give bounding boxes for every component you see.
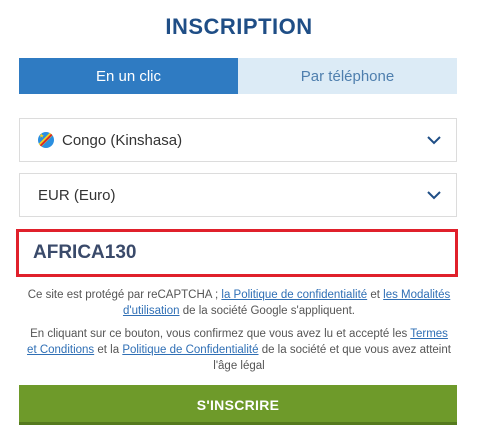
tab-by-phone[interactable]: Par téléphone xyxy=(238,58,457,94)
consent-notice: En cliquant sur ce bouton, vous confirme… xyxy=(24,326,454,374)
chevron-down-icon xyxy=(426,187,442,203)
registration-tabs: En un clic Par téléphone xyxy=(19,58,457,94)
page-title: INSCRIPTION xyxy=(165,14,313,39)
currency-select[interactable]: EUR (Euro) xyxy=(19,173,457,217)
drc-flag-icon xyxy=(38,132,54,148)
promo-code-input[interactable] xyxy=(33,242,455,264)
currency-select-value: EUR (Euro) xyxy=(38,186,116,204)
consent-notice-prefix: En cliquant sur ce bouton, vous confirme… xyxy=(30,328,411,340)
chevron-down-icon xyxy=(426,132,442,148)
promo-code-field xyxy=(16,229,458,277)
consent-notice-middle: et la xyxy=(94,344,123,356)
google-privacy-link[interactable]: la Politique de confidentialité xyxy=(221,289,367,301)
register-button-shadow xyxy=(19,422,457,425)
recaptcha-notice-suffix: de la société Google s'appliquent. xyxy=(179,305,355,317)
recaptcha-notice: Ce site est protégé par reCAPTCHA ; la P… xyxy=(24,287,454,319)
recaptcha-notice-middle: et xyxy=(367,289,384,301)
privacy-policy-link[interactable]: Politique de Confidentialité xyxy=(122,344,258,356)
tab-one-click[interactable]: En un clic xyxy=(19,58,238,94)
country-select-value: Congo (Kinshasa) xyxy=(62,131,183,149)
register-button[interactable]: S'INSCRIRE xyxy=(19,385,457,425)
registration-page: INSCRIPTION En un clic Par téléphone Con… xyxy=(0,0,478,446)
country-select[interactable]: Congo (Kinshasa) xyxy=(19,118,457,162)
recaptcha-notice-prefix: Ce site est protégé par reCAPTCHA ; xyxy=(27,289,222,301)
